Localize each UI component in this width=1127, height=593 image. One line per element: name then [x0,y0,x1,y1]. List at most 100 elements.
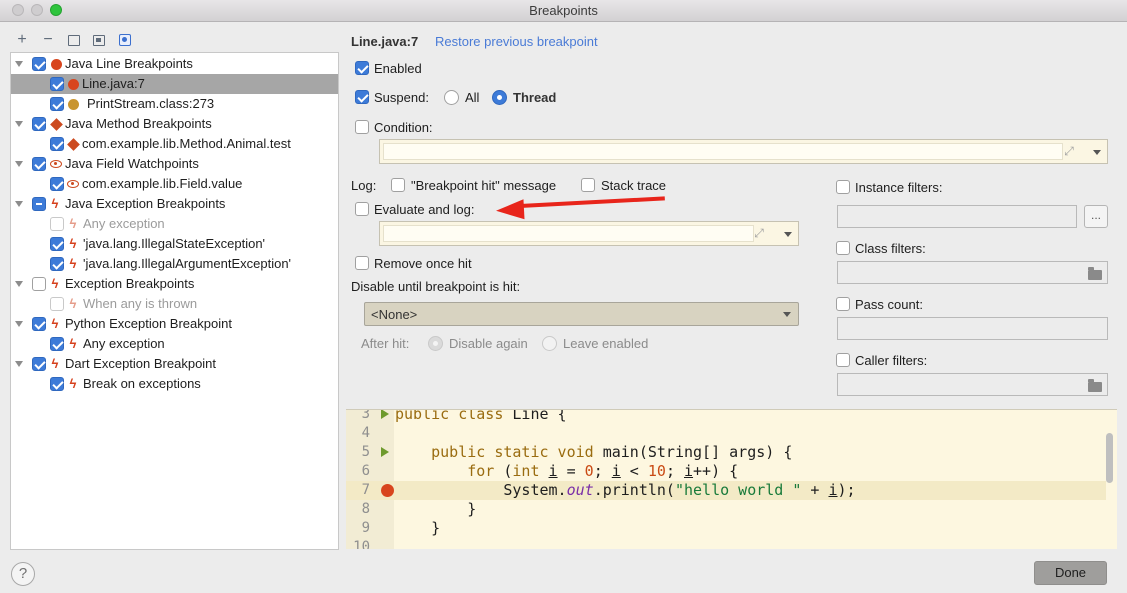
class-filters-input[interactable] [837,261,1108,284]
tree-label: 'java.lang.IllegalStateException' [83,236,266,251]
breakpoint-checkbox[interactable] [50,237,64,251]
group-checkbox[interactable] [32,117,46,131]
enabled-label: Enabled [374,61,422,76]
tree-row-java-method-breakpoints[interactable]: Java Method Breakpoints [11,114,338,134]
expand-arrow-icon[interactable] [15,321,23,327]
title-bar: Breakpoints [0,0,1127,22]
evaluate-and-log-checkbox[interactable] [355,202,369,216]
pass-count-input[interactable] [837,317,1108,340]
tree-row-java-line-breakpoints[interactable]: Java Line Breakpoints [11,54,338,74]
evaluate-expression-input[interactable]: ⤢ [379,221,799,246]
tree-row-exception-breakpoints[interactable]: ϟ Exception Breakpoints [11,274,338,294]
folder-icon[interactable] [1088,379,1102,392]
tree-row-field-value[interactable]: com.example.lib.Field.value [11,174,338,194]
tree-row-when-any-thrown[interactable]: ϟ When any is thrown [11,294,338,314]
tree-row-java-field-watchpoints[interactable]: Java Field Watchpoints [11,154,338,174]
method-breakpoint-icon [50,118,63,131]
tree-row-line-java-7[interactable]: Line.java:7 [11,74,338,94]
exception-bolt-icon: ϟ [51,356,59,371]
tree-row-java-exception-breakpoints[interactable]: ϟ Java Exception Breakpoints [11,194,338,214]
tree-row-any-exception-java[interactable]: ϟ Any exception [11,214,338,234]
expand-icon[interactable]: ⤢ [751,225,767,241]
remove-once-hit-checkbox[interactable] [355,256,369,270]
tree-row-printstream[interactable]: PrintStream.class:273 [11,94,338,114]
remove-breakpoint-button[interactable]: − [38,30,58,50]
done-button[interactable]: Done [1034,561,1107,585]
caller-filters-checkbox[interactable] [836,353,850,367]
exception-bolt-icon: ϟ [51,196,59,211]
help-button[interactable]: ? [11,562,35,586]
breakpoint-checkbox[interactable] [50,97,64,111]
expand-arrow-icon[interactable] [15,361,23,367]
code-line: 5 public static void main(String[] args)… [346,443,1106,462]
group-checkbox[interactable] [32,317,46,331]
suspend-checkbox[interactable] [355,90,369,104]
tree-row-illegal-state[interactable]: ϟ 'java.lang.IllegalStateException' [11,234,338,254]
instance-filters-browse-button[interactable]: ... [1084,205,1108,228]
expand-arrow-icon[interactable] [15,281,23,287]
instance-filters-checkbox[interactable] [836,180,850,194]
group-checkbox[interactable] [32,357,46,371]
tree-row-any-exception-python[interactable]: ϟ Any exception [11,334,338,354]
breakpoints-tree[interactable]: Java Line Breakpoints Line.java:7 PrintS… [10,52,339,550]
breakpoint-checkbox[interactable] [50,377,64,391]
annotation-arrow [519,196,665,208]
breakpoint-gutter-icon[interactable] [381,484,394,497]
watchpoint-eye-icon [50,160,62,168]
leave-enabled-radio[interactable] [542,336,557,351]
breakpoint-hit-message-checkbox[interactable] [391,178,405,192]
code-line: 4 [346,424,1106,443]
restore-previous-link[interactable]: Restore previous breakpoint [435,34,598,49]
breakpoint-checkbox[interactable] [50,257,64,271]
tree-row-illegal-argument[interactable]: ϟ 'java.lang.IllegalArgumentException' [11,254,338,274]
run-gutter-icon[interactable] [381,447,389,457]
editor-scrollbar[interactable] [1106,433,1113,483]
group-checkbox[interactable] [32,277,46,291]
add-breakpoint-button[interactable]: + [12,30,32,50]
suspend-thread-radio[interactable] [492,90,507,105]
breakpoint-checkbox[interactable] [50,217,64,231]
caller-filters-input[interactable] [837,373,1108,396]
group-checkbox[interactable] [32,57,46,71]
disable-again-radio[interactable] [428,336,443,351]
tree-row-break-on-exceptions[interactable]: ϟ Break on exceptions [11,374,338,394]
group-by-file-button[interactable] [89,30,109,50]
group-by-class-button[interactable] [115,30,135,50]
tree-row-dart-exception[interactable]: ϟ Dart Exception Breakpoint [11,354,338,374]
breakpoint-checkbox[interactable] [50,297,64,311]
instance-filters-input[interactable] [837,205,1077,228]
breakpoint-checkbox[interactable] [50,137,64,151]
suspend-all-radio[interactable] [444,90,459,105]
code-editor[interactable]: 3 public class Line { 4 5 public static … [346,409,1117,549]
breakpoint-checkbox[interactable] [50,337,64,351]
run-gutter-icon[interactable] [381,410,389,419]
stack-trace-checkbox[interactable] [581,178,595,192]
condition-checkbox[interactable] [355,120,369,134]
line-number: 9 [361,520,370,536]
tree-label: Java Line Breakpoints [65,56,193,71]
class-filters-checkbox[interactable] [836,241,850,255]
exception-bolt-icon: ϟ [69,336,77,351]
group-checkbox[interactable] [32,157,46,171]
expand-arrow-icon[interactable] [15,121,23,127]
chevron-down-icon[interactable] [784,232,792,237]
pass-count-checkbox[interactable] [836,297,850,311]
folder-icon[interactable] [1088,267,1102,280]
chevron-down-icon[interactable] [1093,150,1101,155]
expand-icon[interactable]: ⤢ [1061,143,1077,159]
expand-arrow-icon[interactable] [15,161,23,167]
enabled-checkbox[interactable] [355,61,369,75]
class-filters-label: Class filters: [855,241,926,256]
breakpoint-checkbox[interactable] [50,177,64,191]
disable-until-select[interactable]: <None> [364,302,799,326]
exception-bolt-icon: ϟ [69,236,77,251]
group-by-package-button[interactable] [64,30,84,50]
code-line: 8 } [346,500,1106,519]
tree-row-python-exception[interactable]: ϟ Python Exception Breakpoint [11,314,338,334]
breakpoint-checkbox[interactable] [50,77,64,91]
condition-input[interactable]: ⤢ [379,139,1108,164]
expand-arrow-icon[interactable] [15,201,23,207]
expand-arrow-icon[interactable] [15,61,23,67]
group-checkbox[interactable] [32,197,46,211]
tree-row-method-animal-test[interactable]: com.example.lib.Method.Animal.test [11,134,338,154]
